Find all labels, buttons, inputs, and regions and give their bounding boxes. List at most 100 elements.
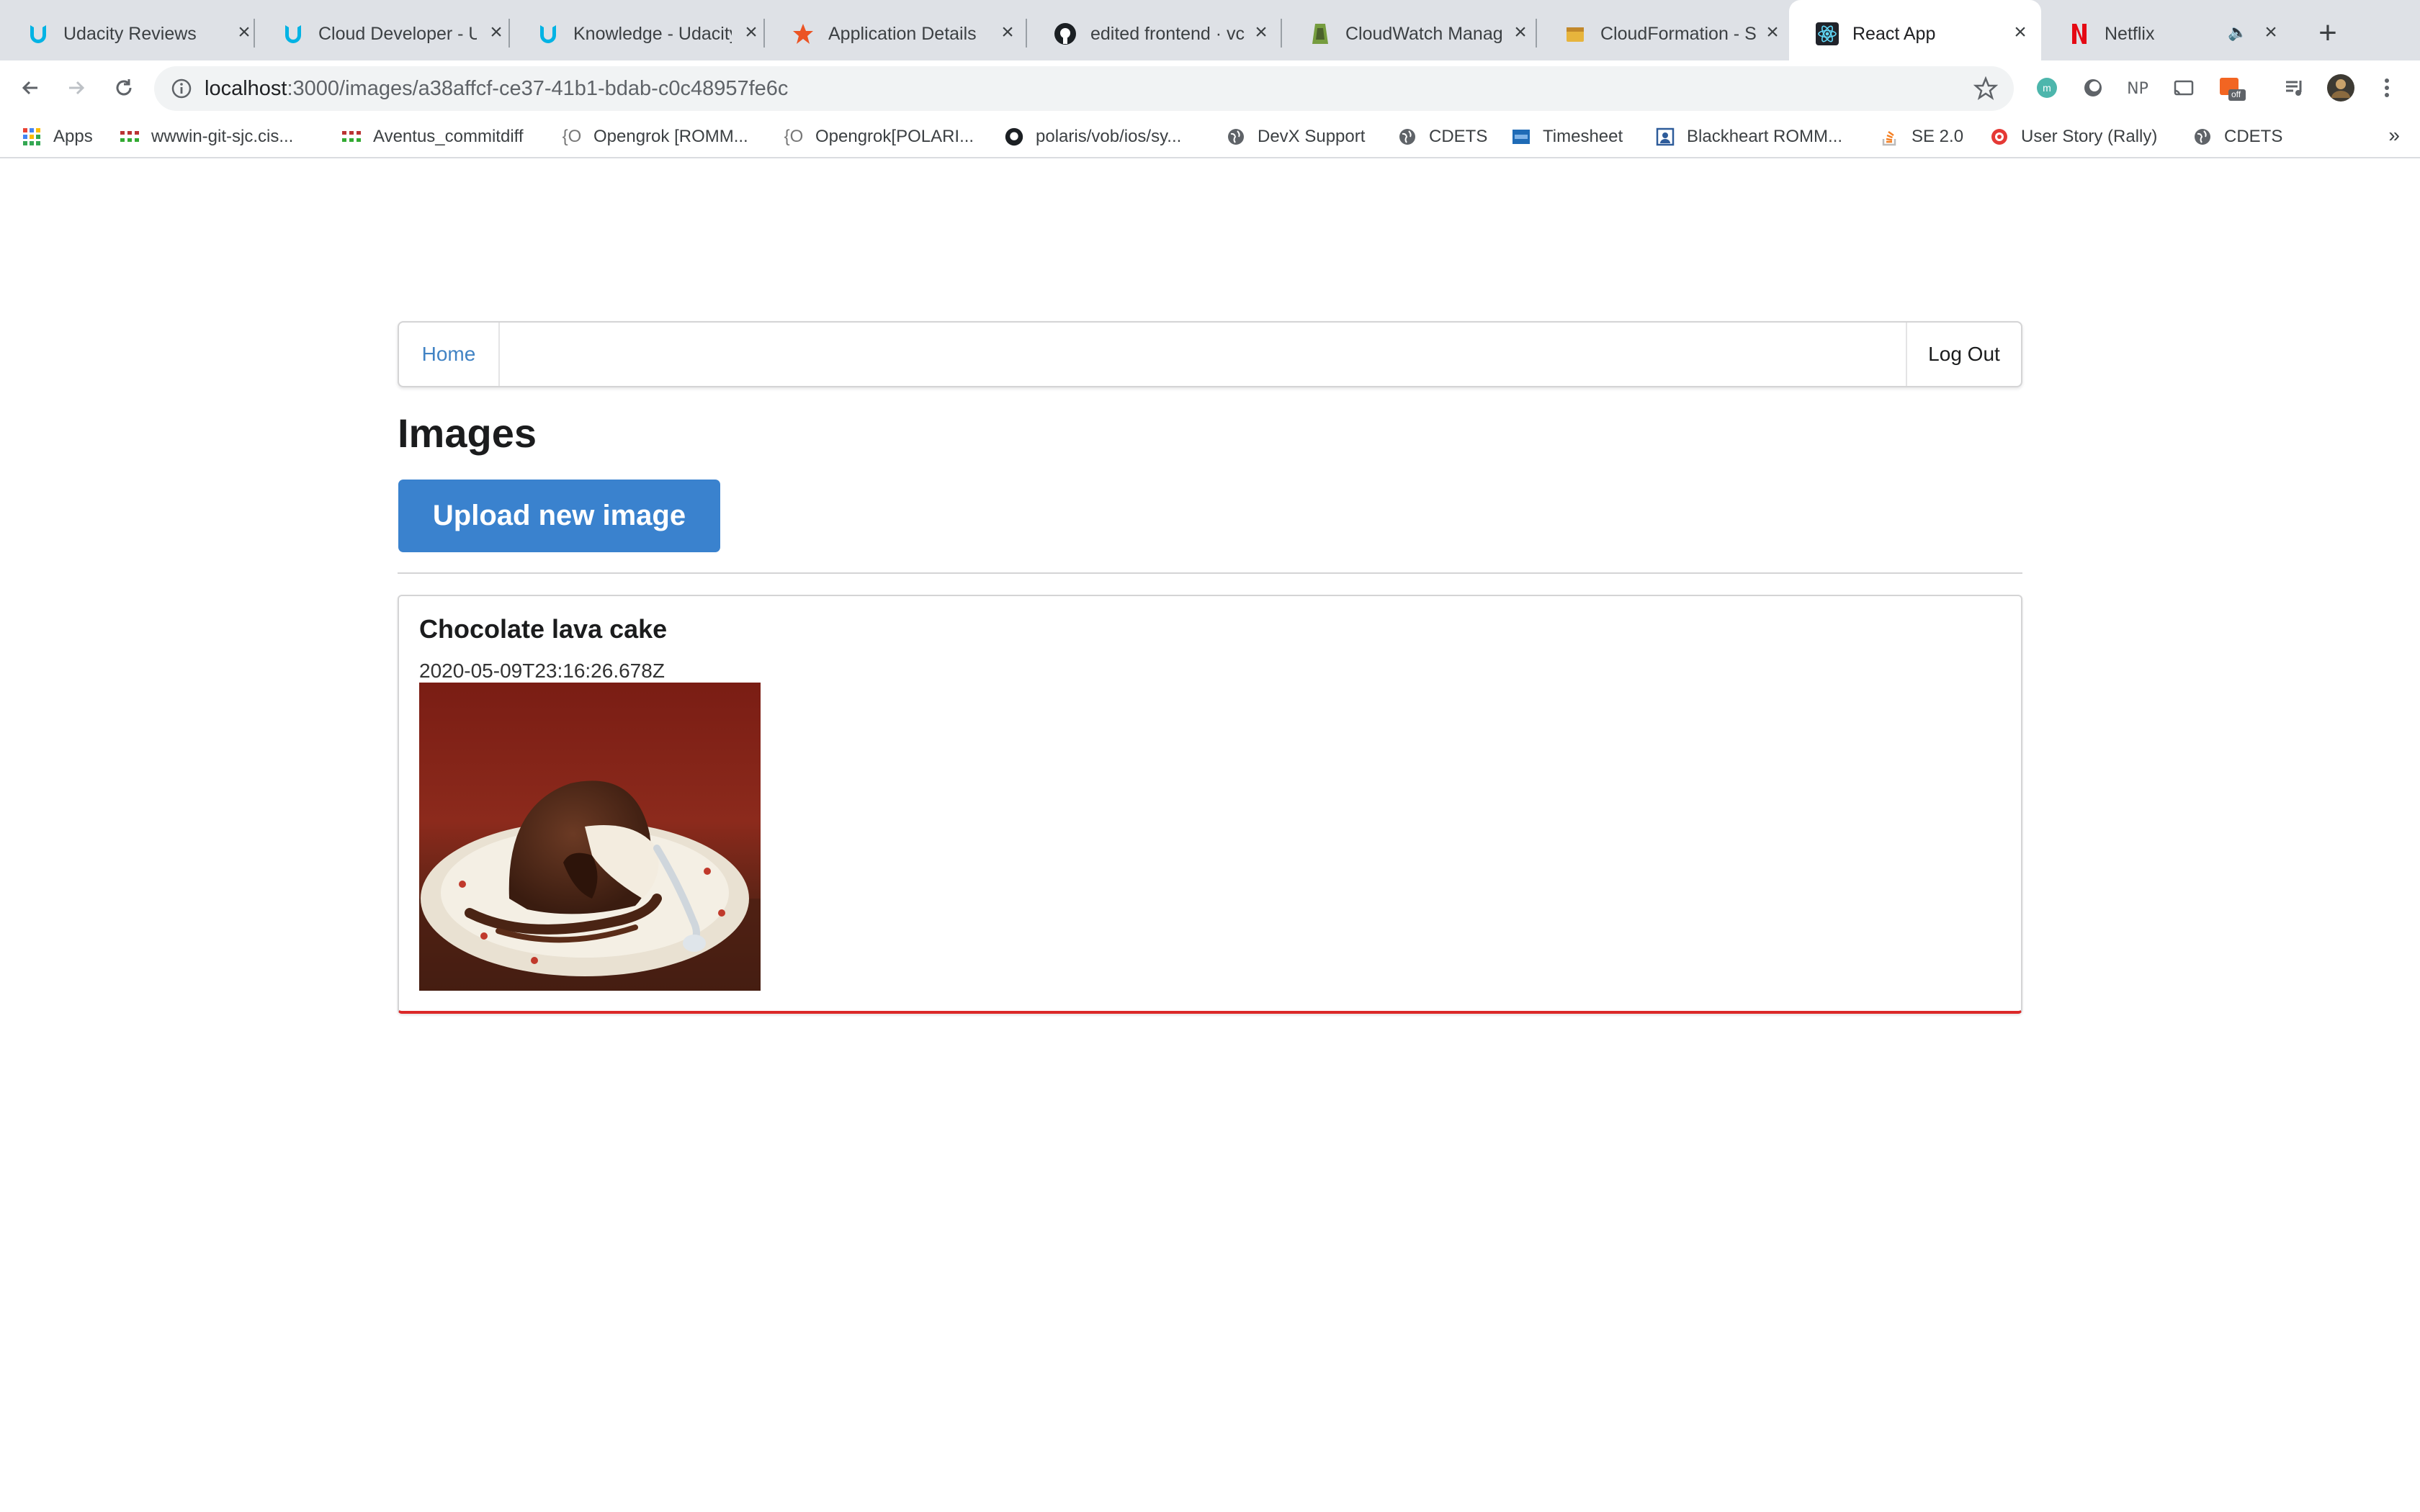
tab-udacity-reviews[interactable]: Udacity Reviews × xyxy=(0,0,255,60)
cloudformation-icon xyxy=(1563,22,1587,46)
section-divider xyxy=(398,572,2022,574)
extension-circle-icon[interactable] xyxy=(2079,73,2107,102)
forward-button[interactable] xyxy=(60,72,92,104)
close-icon[interactable]: × xyxy=(2008,20,2033,45)
back-button[interactable] xyxy=(14,72,46,104)
netflix-icon xyxy=(2067,22,2092,46)
extension-np-icon[interactable]: NP xyxy=(2123,73,2152,102)
tab-title: React App xyxy=(1852,24,1936,44)
auth0-icon xyxy=(791,22,815,46)
bookmarks-bar: Apps wwwin-git-sjc.cis... Aventus_commit… xyxy=(0,115,2420,158)
bookmarks-more-button[interactable]: » xyxy=(2388,124,2400,147)
close-icon[interactable]: × xyxy=(739,20,763,45)
tab-strip: Udacity Reviews × Cloud Developer - U × … xyxy=(0,0,2420,60)
logout-button[interactable]: Log Out xyxy=(1906,323,2021,386)
tab-knowledge[interactable]: Knowledge - Udacity × xyxy=(510,0,765,60)
svg-text:NP: NP xyxy=(2127,80,2148,98)
bookmark-cdets-2[interactable]: CDETS xyxy=(2192,124,2282,150)
extension-m-icon[interactable]: m xyxy=(2033,73,2061,102)
url-path: :3000/images/a38affcf-ce37-41b1-bdab-c0c… xyxy=(287,77,789,100)
cake-photo xyxy=(419,683,761,991)
tab-title: Udacity Reviews xyxy=(63,24,197,44)
extension-off-icon[interactable]: off xyxy=(2217,73,2246,102)
close-icon[interactable]: × xyxy=(995,20,1020,45)
more-menu-icon[interactable] xyxy=(2372,73,2401,102)
cloudwatch-icon xyxy=(1308,22,1332,46)
bookmark-se20[interactable]: SE 2.0 xyxy=(1880,124,1963,150)
bookmark-user-story[interactable]: User Story (Rally) xyxy=(1989,124,2157,150)
home-link[interactable]: Home xyxy=(399,323,500,386)
image-title: Chocolate lava cake xyxy=(419,614,668,644)
bookmark-wwwin-git[interactable]: wwwin-git-sjc.cis... xyxy=(120,124,293,150)
extension-cast-icon[interactable] xyxy=(2169,73,2198,102)
apps-grid-icon xyxy=(22,127,42,147)
bookmark-label: polaris/vob/ios/sy... xyxy=(1036,127,1182,146)
blackheart-icon xyxy=(1655,127,1675,147)
git-icon xyxy=(341,127,362,147)
rally-icon xyxy=(1989,127,2009,147)
bookmark-label: User Story (Rally) xyxy=(2021,127,2158,146)
timesheet-icon xyxy=(1511,127,1531,147)
bookmark-label: SE 2.0 xyxy=(1912,127,1964,146)
bookmark-star-icon[interactable] xyxy=(1973,76,1999,101)
page-title: Images xyxy=(398,410,537,456)
bookmark-opengrok-polaris[interactable]: {O Opengrok[POLARI... xyxy=(784,124,974,150)
close-icon[interactable]: × xyxy=(1760,20,1785,45)
media-control-icon[interactable] xyxy=(2280,73,2309,102)
tab-application-details[interactable]: Application Details × xyxy=(765,0,1027,60)
udacity-icon xyxy=(536,22,560,46)
browser-toolbar: localhost:3000/images/a38affcf-ce37-41b1… xyxy=(0,60,2420,115)
bookmark-devx-support[interactable]: DevX Support xyxy=(1226,124,1365,150)
reload-button[interactable] xyxy=(108,72,140,104)
bookmark-label: Opengrok[POLARI... xyxy=(815,127,974,146)
globe-icon xyxy=(1397,127,1417,147)
globe-icon xyxy=(1226,127,1246,147)
opengrok-icon: {O xyxy=(562,127,582,146)
bookmark-apps[interactable]: Apps xyxy=(22,124,93,150)
tab-cloudformation[interactable]: CloudFormation - S × xyxy=(1537,0,1789,60)
bookmark-label: Opengrok [ROMM... xyxy=(593,127,748,146)
close-icon[interactable]: × xyxy=(1508,20,1533,45)
tab-netflix[interactable]: Netflix 🔈 × xyxy=(2041,0,2300,60)
git-icon xyxy=(120,127,140,147)
reload-icon xyxy=(116,79,132,96)
info-icon[interactable] xyxy=(170,77,193,100)
bookmark-opengrok-romm[interactable]: {O Opengrok [ROMM... xyxy=(562,124,748,150)
close-icon[interactable]: × xyxy=(1249,20,1273,45)
image-card: Chocolate lava cake 2020-05-09T23:16:26.… xyxy=(398,595,2022,1014)
github-icon xyxy=(1053,22,1077,46)
forward-arrow-icon xyxy=(69,81,85,95)
bookmark-label: CDETS xyxy=(2224,127,2283,146)
speaker-icon[interactable]: 🔈 xyxy=(2226,20,2250,45)
new-tab-button[interactable]: + xyxy=(2313,17,2342,49)
address-bar[interactable]: localhost:3000/images/a38affcf-ce37-41b1… xyxy=(154,66,2014,111)
profile-avatar[interactable] xyxy=(2326,73,2355,102)
upload-new-image-button[interactable]: Upload new image xyxy=(398,480,720,552)
close-icon[interactable]: × xyxy=(232,20,256,45)
github-icon xyxy=(1004,127,1024,147)
tab-react-app[interactable]: React App × xyxy=(1789,0,2041,60)
bookmark-blackheart[interactable]: Blackheart ROMM... xyxy=(1655,124,1842,150)
close-icon[interactable]: × xyxy=(2259,20,2283,45)
bookmark-cdets[interactable]: CDETS xyxy=(1397,124,1487,150)
tab-title: Knowledge - Udacity xyxy=(573,24,732,44)
tab-cloudwatch[interactable]: CloudWatch Manag × xyxy=(1282,0,1537,60)
udacity-icon xyxy=(26,22,50,46)
tab-cloud-developer[interactable]: Cloud Developer - U × xyxy=(255,0,510,60)
tab-title: Application Details xyxy=(828,24,977,44)
close-icon[interactable]: × xyxy=(484,20,508,45)
extension-badge: off xyxy=(2231,89,2241,99)
stackoverflow-icon xyxy=(1880,127,1900,147)
opengrok-icon: {O xyxy=(784,127,804,146)
react-icon xyxy=(1815,22,1839,46)
bookmark-polaris-vob[interactable]: polaris/vob/ios/sy... xyxy=(1004,124,1181,150)
tab-github[interactable]: edited frontend · vc × xyxy=(1027,0,1282,60)
bookmark-timesheet[interactable]: Timesheet xyxy=(1511,124,1623,150)
bookmark-aventus[interactable]: Aventus_commitdiff xyxy=(341,124,524,150)
url-text[interactable]: localhost:3000/images/a38affcf-ce37-41b1… xyxy=(205,76,788,101)
tab-title: CloudFormation - S xyxy=(1600,24,1757,44)
svg-text:m: m xyxy=(2043,82,2051,94)
tab-title: edited frontend · vc xyxy=(1090,24,1245,44)
globe-icon xyxy=(2192,127,2213,147)
bookmark-label: Timesheet xyxy=(1543,127,1623,146)
